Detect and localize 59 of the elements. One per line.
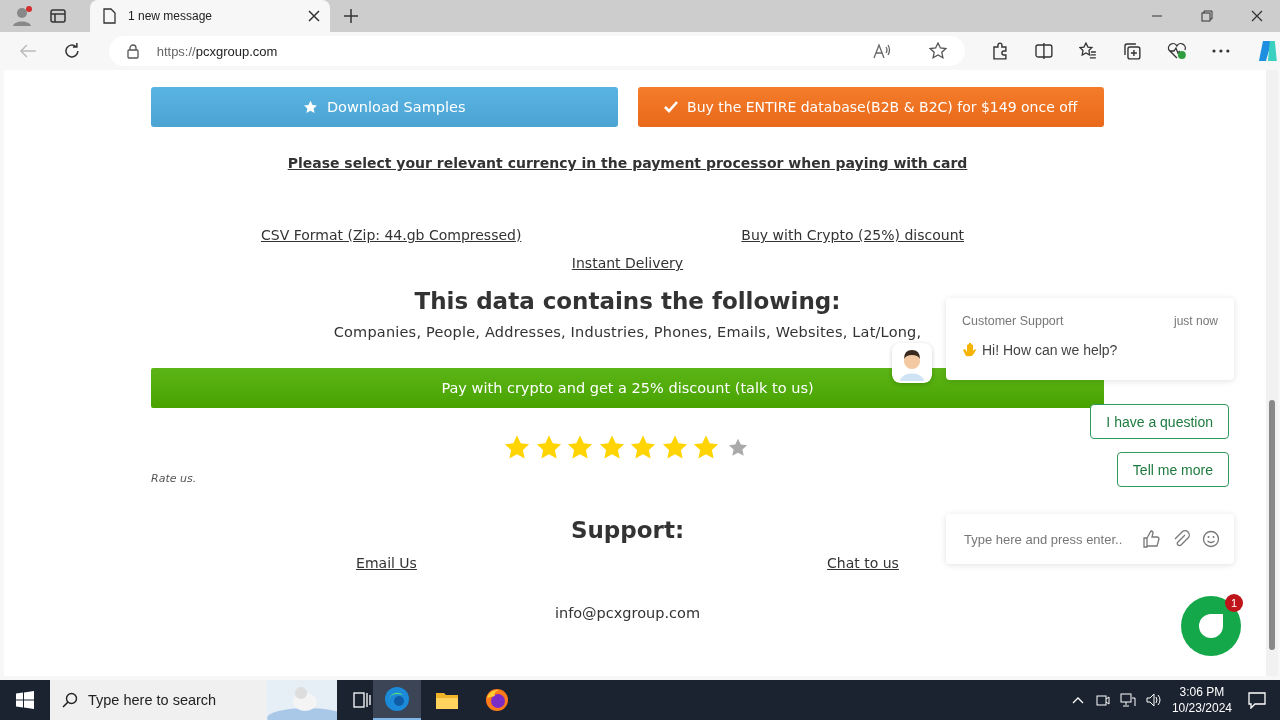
waving-hand-icon xyxy=(962,342,978,358)
task-view-icon[interactable] xyxy=(353,692,371,708)
chat-launcher-button[interactable]: 1 xyxy=(1181,596,1241,656)
page-icon xyxy=(102,8,116,24)
volume-icon[interactable] xyxy=(1145,693,1162,707)
address-bar[interactable]: https://pcxgroup.com xyxy=(108,36,966,66)
windows-start-icon[interactable] xyxy=(16,691,34,709)
unread-badge: 1 xyxy=(1225,594,1243,612)
info-link[interactable]: Buy with Crypto (25%) discount xyxy=(741,227,964,243)
scrollbar[interactable] xyxy=(1266,70,1278,676)
meet-icon[interactable] xyxy=(1095,693,1110,707)
thumbs-up-icon[interactable] xyxy=(1142,530,1160,548)
info-link[interactable]: CSV Format (Zip: 44.gb Compressed) xyxy=(260,227,522,243)
tab-actions-icon[interactable] xyxy=(50,8,66,24)
clock-time: 3:06 PM xyxy=(1179,684,1225,700)
delivery-link[interactable]: Instant Delivery xyxy=(571,255,684,271)
network-icon[interactable] xyxy=(1119,693,1136,707)
attachment-icon[interactable] xyxy=(1172,530,1190,548)
chevron-up-icon[interactable] xyxy=(1071,696,1084,704)
agent-avatar-icon xyxy=(892,343,932,383)
extensions-icon[interactable] xyxy=(991,42,1010,60)
message-time: just now xyxy=(1173,314,1218,328)
refresh-icon[interactable] xyxy=(62,42,81,60)
new-tab-icon[interactable] xyxy=(344,9,358,23)
emoji-icon[interactable] xyxy=(1202,530,1220,548)
read-aloud-icon[interactable] xyxy=(873,43,892,59)
close-icon[interactable] xyxy=(308,10,320,22)
copilot-icon[interactable] xyxy=(1256,39,1280,63)
star-icon xyxy=(302,99,318,115)
chat-bubble-icon xyxy=(1196,611,1226,641)
support-link[interactable]: Email Us xyxy=(356,555,417,571)
sender-name: Customer Support xyxy=(962,314,1064,328)
clock-date: 10/23/2024 xyxy=(1171,700,1232,716)
more-icon[interactable] xyxy=(1212,49,1231,53)
chat-message: Hi! How can we help? xyxy=(982,342,1118,358)
favorites-icon[interactable] xyxy=(1078,42,1097,60)
lock-icon xyxy=(126,43,139,59)
restore-icon[interactable] xyxy=(1201,10,1213,22)
features-text: Companies, People, Addresses, Industries, Phones, Emails, Websites, Lat/Long, xyxy=(332,324,923,340)
section-heading: This data contains the following: xyxy=(414,288,841,314)
currency-note: Please select your relevant currency in the payment processor when paying with card xyxy=(286,155,969,171)
browser-tab[interactable]: 1 new message xyxy=(90,0,330,32)
check-icon xyxy=(664,101,679,113)
taskbar-search-field[interactable]: Type here to search xyxy=(50,680,337,720)
rate-label: Rate us. xyxy=(151,472,198,485)
split-screen-icon[interactable] xyxy=(1035,42,1053,60)
notifications-icon[interactable] xyxy=(1248,691,1266,709)
profile-icon[interactable] xyxy=(12,5,34,27)
quick-reply-button[interactable]: I have a question xyxy=(1090,404,1229,439)
email-address: info@pcxgroup.com xyxy=(553,605,702,621)
support-link[interactable]: Chat to us xyxy=(827,555,899,571)
collections-icon[interactable] xyxy=(1122,42,1141,60)
health-icon[interactable] xyxy=(1166,42,1187,60)
support-heading: Support: xyxy=(570,517,685,543)
search-icon xyxy=(62,692,78,708)
favorite-star-icon[interactable] xyxy=(929,42,948,60)
close-icon[interactable] xyxy=(1251,10,1263,22)
quick-reply-button[interactable]: Tell me more xyxy=(1116,452,1229,487)
edge-taskbar-icon[interactable] xyxy=(373,680,421,720)
